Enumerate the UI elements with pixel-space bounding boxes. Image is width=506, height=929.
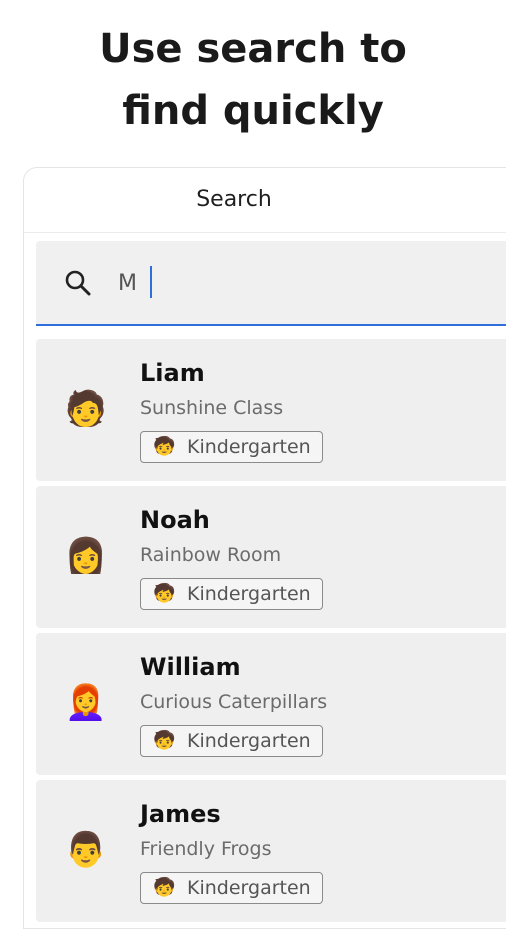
child-icon: 🧒 [153, 436, 176, 457]
child-icon: 🧒 [153, 730, 176, 751]
child-name: James [140, 800, 221, 828]
group-tag-label: Kindergarten [187, 436, 311, 458]
child-icon: 🧒 [153, 583, 176, 604]
group-tag-label: Kindergarten [187, 583, 311, 605]
headline-line-1: Use search to [99, 26, 407, 72]
class-name: Curious Caterpillars [140, 691, 328, 713]
group-tag: 🧒 Kindergarten [140, 725, 323, 757]
group-tag-label: Kindergarten [187, 877, 311, 899]
text-cursor [150, 266, 152, 298]
headline-line-2: find quickly [122, 88, 384, 134]
result-card[interactable]: 👩‍🦰 William Curious Caterpillars 🧒 Kinde… [36, 633, 506, 775]
group-tag: 🧒 Kindergarten [140, 872, 323, 904]
class-name: Rainbow Room [140, 544, 282, 566]
avatar: 👩 [64, 536, 108, 576]
panel-title: Search [24, 168, 506, 233]
child-name: William [140, 653, 241, 681]
result-card[interactable]: 👨 James Friendly Frogs 🧒 Kindergarten [36, 780, 506, 922]
child-name: Noah [140, 506, 210, 534]
avatar: 👩‍🦰 [64, 683, 108, 723]
child-icon: 🧒 [153, 877, 176, 898]
group-tag-label: Kindergarten [187, 730, 311, 752]
search-input[interactable] [118, 261, 498, 305]
child-name: Liam [140, 359, 205, 387]
search-panel: Search 🧑 Liam Sunshine Class 🧒 Kindergar… [23, 167, 506, 929]
class-name: Sunshine Class [140, 397, 284, 419]
group-tag: 🧒 Kindergarten [140, 431, 323, 463]
result-card[interactable]: 🧑 Liam Sunshine Class 🧒 Kindergarten [36, 339, 506, 481]
search-icon [65, 270, 91, 296]
avatar: 🧑 [64, 389, 108, 429]
class-name: Friendly Frogs [140, 838, 272, 860]
results-list: 🧑 Liam Sunshine Class 🧒 Kindergarten 👩 N… [36, 339, 506, 927]
avatar: 👨 [64, 830, 108, 870]
group-tag: 🧒 Kindergarten [140, 578, 323, 610]
result-card[interactable]: 👩 Noah Rainbow Room 🧒 Kindergarten [36, 486, 506, 628]
search-box[interactable] [36, 241, 506, 326]
promo-headline: Use search to find quickly [0, 18, 506, 142]
